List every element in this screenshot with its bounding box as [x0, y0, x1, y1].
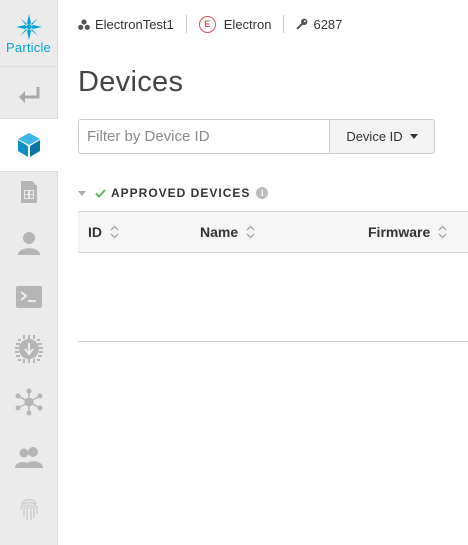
table-bottom-border — [78, 341, 468, 342]
column-header-name[interactable]: Name — [200, 212, 255, 252]
check-icon — [95, 188, 106, 198]
fingerprint-icon — [19, 498, 38, 520]
collapse-triangle-icon — [78, 190, 86, 196]
filter-field-value: Device ID — [346, 129, 403, 144]
product-group-icon — [78, 18, 90, 30]
product-crumb[interactable]: ElectronTest1 — [78, 14, 174, 34]
terminal-icon — [15, 286, 42, 308]
filter-field-dropdown[interactable]: Device ID — [329, 119, 435, 154]
platform-crumb[interactable]: E Electron — [198, 14, 272, 34]
product-id-crumb[interactable]: 6287 — [296, 14, 342, 34]
page-title: Devices — [78, 66, 184, 98]
column-label: ID — [88, 224, 102, 240]
column-label: Firmware — [368, 224, 431, 240]
brand-name: Particle — [6, 40, 51, 55]
sidebar-item-back[interactable] — [0, 67, 57, 121]
sidebar: Particle — [0, 0, 58, 545]
breadcrumb-divider — [185, 15, 187, 33]
sidebar-item-sims[interactable] — [0, 165, 57, 219]
user-icon — [17, 232, 40, 255]
section-title: APPROVED DEVICES — [111, 186, 251, 200]
team-icon — [14, 447, 43, 468]
sidebar-item-console[interactable] — [0, 270, 57, 324]
product-id: 6287 — [313, 16, 343, 32]
sidebar-item-account[interactable] — [0, 216, 57, 270]
devices-table-header: ID Name Firmware — [78, 211, 468, 253]
column-label: Name — [200, 224, 239, 240]
column-header-firmware[interactable]: Firmware — [368, 212, 447, 252]
key-icon — [296, 18, 308, 30]
filter-input[interactable] — [78, 119, 329, 154]
sort-icon — [110, 225, 119, 239]
network-icon — [15, 388, 42, 416]
particle-logo[interactable]: Particle — [0, 0, 57, 66]
chip-icon — [14, 335, 43, 363]
sidebar-item-auth[interactable] — [0, 482, 57, 536]
sidebar-item-team[interactable] — [0, 430, 57, 484]
device-filter: Device ID — [78, 119, 435, 154]
info-icon[interactable]: i — [256, 187, 269, 199]
product-name: ElectronTest1 — [95, 16, 174, 32]
cube-icon — [18, 133, 40, 157]
breadcrumb-divider — [283, 15, 285, 33]
breadcrumb: ElectronTest1 E Electron 6287 — [78, 14, 342, 34]
sidebar-item-network[interactable] — [0, 375, 57, 429]
sim-card-icon — [20, 181, 37, 203]
sidebar-item-integrations[interactable] — [0, 322, 57, 376]
approved-devices-header[interactable]: APPROVED DEVICES i — [78, 185, 269, 201]
caret-down-icon — [409, 134, 418, 139]
sidebar-item-devices[interactable] — [0, 118, 58, 172]
particle-star-icon — [16, 14, 42, 40]
sort-icon — [246, 225, 255, 239]
back-arrow-icon — [18, 87, 39, 103]
sort-icon — [438, 225, 447, 239]
column-header-id[interactable]: ID — [88, 212, 119, 252]
electron-platform-icon: E — [198, 15, 216, 33]
platform-name: Electron — [223, 16, 272, 32]
